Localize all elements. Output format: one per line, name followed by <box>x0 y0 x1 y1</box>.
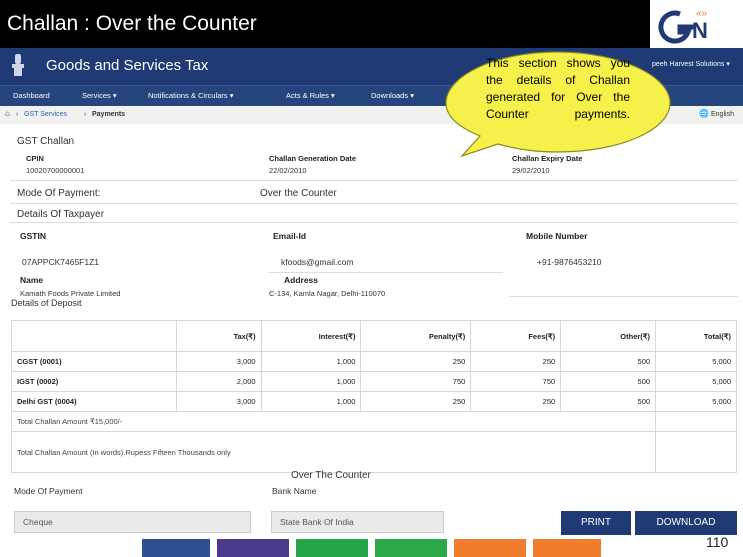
table-row: IGST (0002) 2,000 1,000 750 750 500 5,00… <box>11 371 737 392</box>
table-header: Other(₹) <box>560 320 657 352</box>
app-name: Goods and Services Tax <box>46 57 209 74</box>
table-header: Fees(₹) <box>470 320 562 352</box>
gstin-label: GSTIN <box>20 231 46 241</box>
table-cell: 500 <box>560 391 657 412</box>
nav-dashboard[interactable]: Dashboard <box>13 91 50 100</box>
table-cell: 250 <box>470 351 562 372</box>
otc-bank-label: Bank Name <box>272 486 317 496</box>
home-icon[interactable]: ⌂ <box>5 109 10 118</box>
page-number: 110 <box>706 534 729 550</box>
table-cell: 500 <box>560 351 657 372</box>
nav-downloads[interactable]: Downloads ▾ <box>371 91 414 100</box>
nav-acts-rules[interactable]: Acts & Rules ▾ <box>286 91 335 100</box>
total-amount-words: Total Challan Amount (In words).Rupess F… <box>10 431 657 473</box>
deposit-title: Details of Deposit <box>11 298 82 308</box>
svg-text:«»: «» <box>696 8 708 19</box>
table-cell: 750 <box>470 371 562 392</box>
table-cell: 750 <box>360 371 472 392</box>
name-label: Name <box>20 275 44 285</box>
national-emblem-icon <box>12 54 24 76</box>
table-header <box>11 320 177 352</box>
cpin-value: 10020700000001 <box>26 166 85 175</box>
divider <box>268 272 503 273</box>
callout-text: This section shows you the details of Ch… <box>486 56 630 121</box>
table-row: CGST (0001) 3,000 1,000 250 250 500 5,00… <box>11 351 737 372</box>
table-header: Interest(₹) <box>260 320 362 352</box>
payment-mode-label: Mode Of Payment: <box>17 188 101 199</box>
decor-bar <box>454 539 526 557</box>
total-amount: Total Challan Amount ₹15,000/- <box>10 411 657 432</box>
taxpayer-title: Details Of Taxpayer <box>17 209 105 220</box>
table-header: Total(₹) <box>655 320 737 352</box>
slide-title-bar: Challan : Over the Counter <box>0 0 743 49</box>
divider <box>10 180 738 181</box>
decor-bar <box>217 539 289 557</box>
decor-bar <box>533 539 601 557</box>
table-cell: 500 <box>560 371 657 392</box>
table-row: Total Challan Amount ₹15,000/- <box>10 411 737 432</box>
decor-bar <box>375 539 447 557</box>
breadcrumb-gst-services[interactable]: GST Services <box>24 111 67 118</box>
email-label: Email-Id <box>273 231 307 241</box>
table-header: Tax(₹) <box>175 320 262 352</box>
cpin-label: CPIN <box>26 154 44 163</box>
language-selector[interactable]: English <box>711 111 734 118</box>
deposit-table: Tax(₹) Interest(₹) Penalty(₹) Fees(₹) Ot… <box>10 320 737 473</box>
mobile-value: +91-9876453210 <box>537 257 602 267</box>
table-cell: 1,000 <box>260 351 362 372</box>
language-icon: 🌐 <box>699 109 709 118</box>
address-label: Address <box>284 275 319 285</box>
table-cell: 5,000 <box>655 371 737 392</box>
table-cell: Delhi GST (0004) <box>11 391 177 412</box>
svg-text:N: N <box>692 18 708 43</box>
gen-date-label: Challan Generation Date <box>269 154 357 163</box>
table-row: Delhi GST (0004) 3,000 1,000 250 250 500… <box>11 391 737 412</box>
name-value: Kamath Foods Private Limited <box>20 289 121 298</box>
table-header: Penalty(₹) <box>360 320 472 352</box>
decor-bar <box>142 539 210 557</box>
otc-mode-label: Mode Of Payment <box>14 486 83 496</box>
gen-date-value: 22/02/2010 <box>269 166 307 175</box>
divider <box>10 203 738 204</box>
download-button[interactable]: DOWNLOAD <box>635 511 737 535</box>
table-cell: 3,000 <box>175 351 262 372</box>
table-header-row: Tax(₹) Interest(₹) Penalty(₹) Fees(₹) Ot… <box>11 320 737 352</box>
address-value: C-134, Kamla Nagar, Delhi-110070 <box>269 289 386 298</box>
email-value: kfoods@gmail.com <box>281 257 354 267</box>
challan-title: GST Challan <box>17 136 75 147</box>
exp-date-value: 29/02/2010 <box>512 166 550 175</box>
otc-title: Over The Counter <box>291 470 371 481</box>
payment-mode-value: Over the Counter <box>260 188 337 199</box>
table-cell: 250 <box>360 351 472 372</box>
table-cell: CGST (0001) <box>11 351 177 372</box>
table-cell: 3,000 <box>175 391 262 412</box>
bank-name-field[interactable]: State Bank Of India <box>271 511 444 533</box>
divider <box>10 222 738 223</box>
table-cell: 5,000 <box>655 391 737 412</box>
divider <box>509 296 738 297</box>
payment-mode-field[interactable]: Cheque <box>14 511 251 533</box>
breadcrumb-payments: Payments <box>92 111 126 118</box>
table-cell: IGST (0002) <box>11 371 177 392</box>
nav-notifications[interactable]: Notifications & Circulars ▾ <box>148 91 233 100</box>
gst-logo: N «» <box>650 0 743 49</box>
gstin-value: 07APPCK7465F1Z1 <box>22 257 100 267</box>
table-row: Total Challan Amount (In words).Rupess F… <box>10 431 737 473</box>
print-button[interactable]: PRINT <box>561 511 631 535</box>
table-cell: 1,000 <box>260 371 362 392</box>
table-cell: 5,000 <box>655 351 737 372</box>
table-cell: 2,000 <box>175 371 262 392</box>
decor-bar <box>296 539 368 557</box>
nav-services[interactable]: Services ▾ <box>82 91 117 100</box>
slide-title: Challan : Over the Counter <box>7 12 257 35</box>
mobile-label: Mobile Number <box>526 231 588 241</box>
table-cell: 250 <box>470 391 562 412</box>
table-cell: 1,000 <box>260 391 362 412</box>
table-cell: 250 <box>360 391 472 412</box>
